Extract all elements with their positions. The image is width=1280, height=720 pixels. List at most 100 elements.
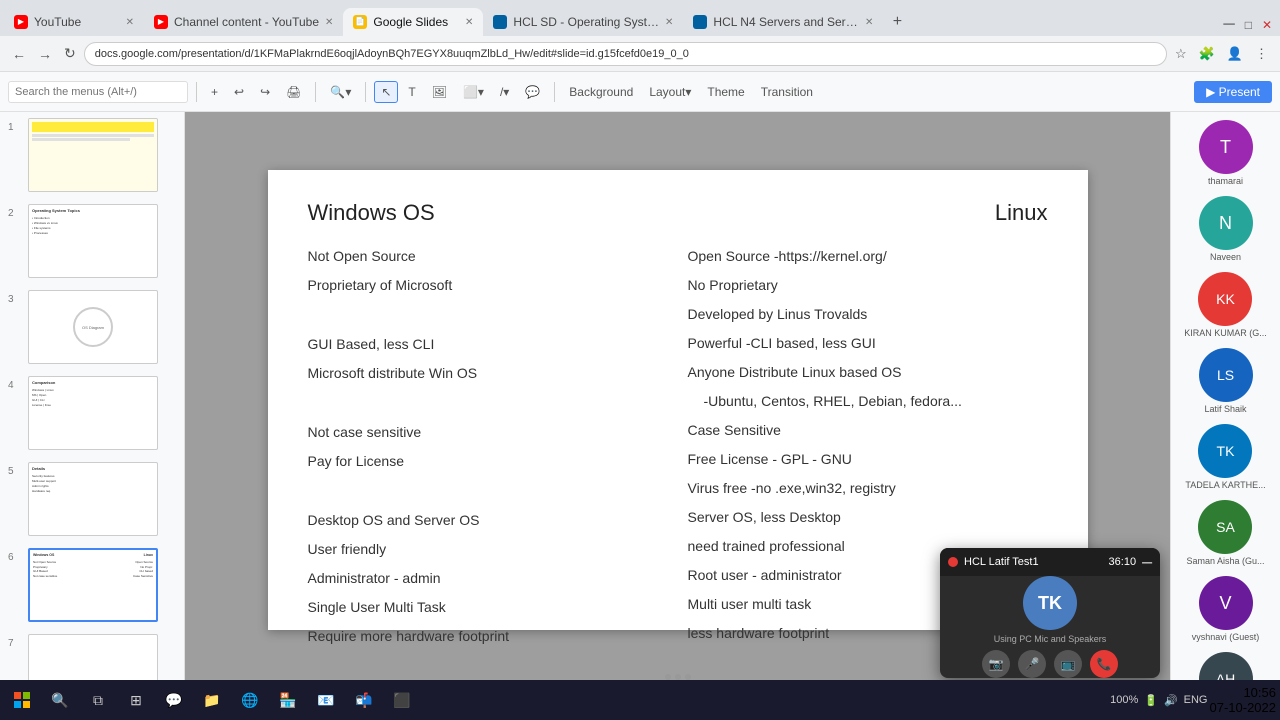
- participant-ls: LS Latif Shaik: [1199, 348, 1253, 414]
- background-button[interactable]: Background: [563, 82, 639, 102]
- toolbar-separator-4: [554, 82, 555, 102]
- slide-preview-1: [28, 118, 158, 192]
- minimize-window[interactable]: ─: [1219, 14, 1238, 36]
- row-right-7: Free License - GPL - GNU: [688, 449, 1048, 470]
- toolbar-separator-2: [315, 82, 316, 102]
- print-button[interactable]: 🖨: [280, 82, 307, 102]
- shape-tool[interactable]: ⬜▾: [457, 82, 490, 102]
- row-right-6: Case Sensitive: [688, 420, 1048, 441]
- tab-slides-close[interactable]: ✕: [465, 17, 473, 28]
- video-minimize-button[interactable]: ─: [1142, 554, 1152, 570]
- participant-name-sa: Saman Aisha (Gu...: [1186, 556, 1264, 566]
- image-tool[interactable]: 🖼: [426, 82, 453, 102]
- taskbar-store[interactable]: 🏪: [270, 682, 306, 718]
- bookmark-button[interactable]: ☆: [1171, 44, 1191, 64]
- taskbar-terminal[interactable]: ⬛: [384, 682, 420, 718]
- toolbar-right: ▶ Present: [1194, 81, 1272, 103]
- text-tool[interactable]: T: [402, 82, 421, 102]
- transition-button[interactable]: Transition: [755, 82, 819, 102]
- tab-youtube-close[interactable]: ✕: [126, 17, 134, 28]
- forward-button[interactable]: →: [34, 44, 56, 64]
- slide-preview-4: Comparison Windows | LinuxMS | OpenGUI |…: [28, 376, 158, 450]
- refresh-button[interactable]: ↻: [60, 43, 80, 64]
- tab-hcl-n4[interactable]: HCL N4 Servers and Service... ✕: [683, 8, 883, 36]
- participant-kk: KK KIRAN KUMAR (G...: [1184, 272, 1267, 338]
- taskbar-clock: 10:56 07-10-2022: [1210, 685, 1277, 715]
- tab-slides[interactable]: 📄 Google Slides ✕: [343, 8, 483, 36]
- add-slide-button[interactable]: +: [205, 82, 224, 102]
- taskbar: 🔍 ⧉ ⊞ 💬 📁 🌐 🏪 📧 📬 ⬛ 100% 🔋 🔊 ENG 10:56 0…: [0, 680, 1280, 720]
- extensions-button[interactable]: 🧩: [1195, 44, 1219, 64]
- row-right-5: -Ubuntu, Centos, RHEL, Debian, fedora...: [688, 391, 1048, 412]
- video-end-button[interactable]: 📞: [1090, 650, 1118, 678]
- video-screen-button[interactable]: 📺: [1054, 650, 1082, 678]
- back-button[interactable]: ←: [8, 44, 30, 64]
- tab-hcl-os[interactable]: HCL SD - Operating System... ✕: [483, 8, 683, 36]
- video-camera-button[interactable]: 📷: [982, 650, 1010, 678]
- zoom-button[interactable]: 🔍▾: [324, 82, 357, 102]
- slide-canvas[interactable]: Windows OS Linux Not Open Source Proprie…: [185, 112, 1170, 688]
- tab-channel[interactable]: ▶ Channel content - YouTube ✕: [144, 8, 343, 36]
- taskbar-search[interactable]: 🔍: [42, 682, 78, 718]
- slide-thumb-3[interactable]: 3 OS Diagram: [0, 284, 184, 370]
- participant-sa: SA Saman Aisha (Gu...: [1186, 500, 1264, 566]
- tab-youtube[interactable]: ▶ YouTube ✕: [4, 8, 144, 36]
- row-left-4: Microsoft distribute Win OS: [308, 363, 668, 384]
- taskbar-email[interactable]: 📧: [308, 682, 344, 718]
- taskbar-lang: ENG: [1184, 694, 1208, 706]
- tab-hcl-n4-close[interactable]: ✕: [865, 17, 873, 28]
- start-button[interactable]: [4, 682, 40, 718]
- search-menus-input[interactable]: [8, 81, 188, 103]
- slide-thumb-4[interactable]: 4 Comparison Windows | LinuxMS | OpenGUI…: [0, 370, 184, 456]
- taskbar-widgets[interactable]: ⊞: [118, 682, 154, 718]
- new-tab-button[interactable]: +: [883, 8, 911, 36]
- row-right-4: Anyone Distribute Linux based OS: [688, 362, 1048, 383]
- slide-thumb-2[interactable]: 2 Operating System Topics • Introduction…: [0, 198, 184, 284]
- profile-button[interactable]: 👤: [1223, 44, 1247, 64]
- tab-hcl-os-close[interactable]: ✕: [665, 17, 673, 28]
- windows-header: Windows OS: [308, 200, 435, 226]
- slide-thumb-7[interactable]: 7: [0, 628, 184, 688]
- slide-thumb-6[interactable]: 6 Windows OSLinux Not Open SourceOpen So…: [0, 542, 184, 628]
- present-button[interactable]: ▶ Present: [1194, 81, 1272, 103]
- slide-headers: Windows OS Linux: [308, 200, 1048, 226]
- address-bar[interactable]: [84, 42, 1167, 66]
- comment-tool[interactable]: 💬: [519, 82, 546, 102]
- layout-button[interactable]: Layout▾: [643, 82, 697, 102]
- slide-rows: Not Open Source Proprietary of Microsoft…: [308, 246, 1048, 647]
- row-left-3: GUI Based, less CLI: [308, 334, 668, 355]
- slides-icon: 📄: [353, 15, 367, 29]
- video-mic-button[interactable]: 🎤: [1018, 650, 1046, 678]
- slide-num-7: 7: [8, 634, 22, 649]
- row-left-6: Not case sensitive: [308, 422, 668, 443]
- taskbar-file-explorer[interactable]: 📁: [194, 682, 230, 718]
- menu-button[interactable]: ⋮: [1251, 44, 1272, 64]
- taskbar-task-view[interactable]: ⧉: [80, 682, 116, 718]
- theme-button[interactable]: Theme: [701, 82, 750, 102]
- select-tool[interactable]: ↖: [374, 81, 398, 103]
- row-right-9: Server OS, less Desktop: [688, 507, 1048, 528]
- taskbar-teams[interactable]: 💬: [156, 682, 192, 718]
- linux-header: Linux: [995, 200, 1048, 226]
- participant-tk: TK TADELA KARTHE...: [1185, 424, 1265, 490]
- tab-channel-close[interactable]: ✕: [325, 17, 333, 28]
- avatar-sa: SA: [1198, 500, 1252, 554]
- row-left-12: Single User Multi Task: [308, 597, 668, 618]
- row-left-0: Not Open Source: [308, 246, 668, 267]
- slide-num-2: 2: [8, 204, 22, 219]
- slide-thumb-1[interactable]: 1: [0, 112, 184, 198]
- taskbar-volume: 🔊: [1164, 694, 1178, 707]
- slide-thumb-5[interactable]: 5 Details Security featuresMulti-user su…: [0, 456, 184, 542]
- taskbar-browser[interactable]: 🌐: [232, 682, 268, 718]
- maximize-window[interactable]: □: [1241, 16, 1256, 34]
- line-tool[interactable]: /▾: [494, 82, 515, 102]
- participant-name-v: vyshnavi (Guest): [1192, 632, 1260, 642]
- toolbar-separator-3: [365, 82, 366, 102]
- main-area: 1 2 Operating System Topics • Introducti…: [0, 112, 1280, 688]
- row-right-1: No Proprietary: [688, 275, 1048, 296]
- browser-window: ▶ YouTube ✕ ▶ Channel content - YouTube …: [0, 0, 1280, 720]
- redo-button[interactable]: ↪: [254, 82, 276, 102]
- taskbar-outlook[interactable]: 📬: [346, 682, 382, 718]
- undo-button[interactable]: ↩: [228, 82, 250, 102]
- close-window[interactable]: ✕: [1258, 16, 1276, 34]
